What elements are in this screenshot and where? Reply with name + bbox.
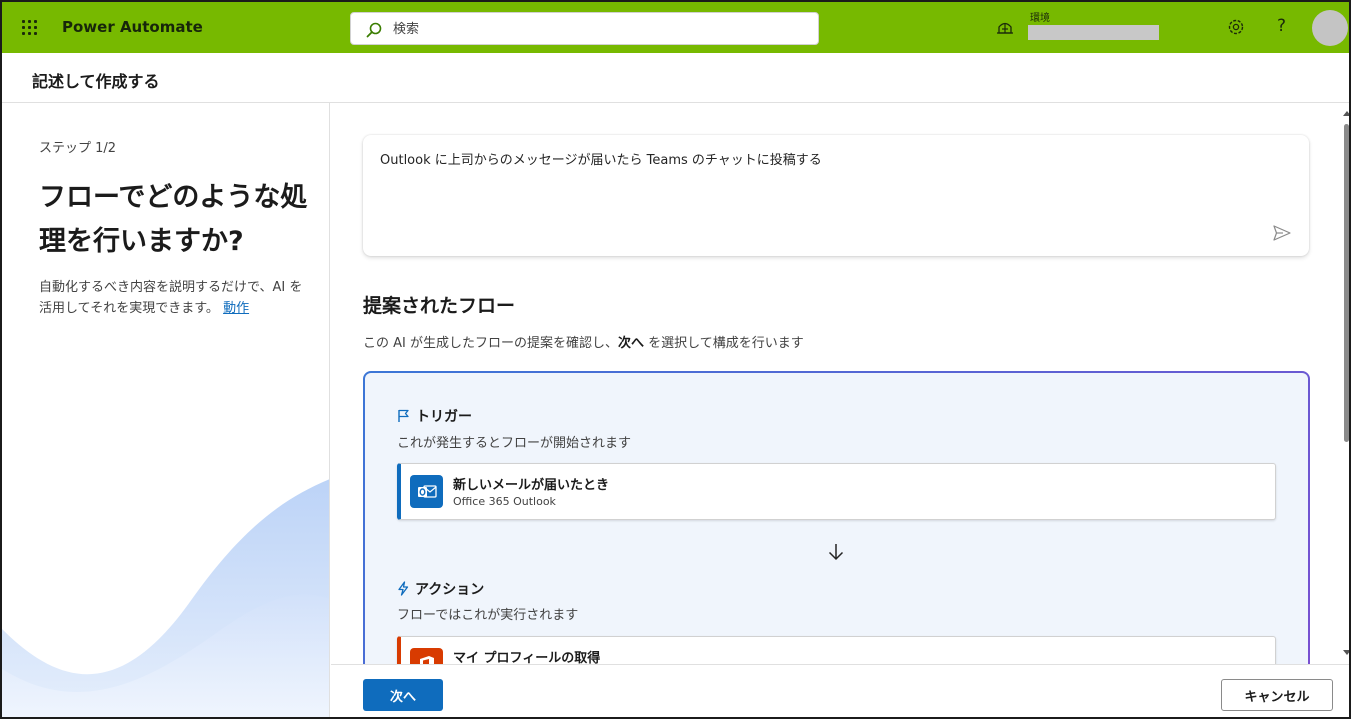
action-label: アクション: [415, 582, 485, 598]
app-name[interactable]: Power Automate: [62, 18, 203, 36]
trigger-step-app: Office 365 Outlook: [453, 495, 556, 508]
flag-icon: [398, 409, 409, 422]
action-heading: アクション: [397, 579, 484, 599]
footer-bar: 次へ キャンセル: [331, 664, 1349, 717]
subtitle-text-pre: この AI が生成したフローの提案を確認し、: [363, 336, 618, 351]
arrow-down-icon: [828, 544, 844, 561]
subtitle-text-bold: 次へ: [618, 336, 645, 351]
suggested-flow-box: トリガー これが発生するとフローが開始されます 新しいメールが届いたとき Off…: [363, 371, 1310, 664]
prompt-input-card[interactable]: Outlook に上司からのメッセージが届いたら Teams のチャットに投稿す…: [363, 135, 1309, 256]
left-panel: ステップ 1/2 フローでどのような処理を行いますか? 自動化するべき内容を説明…: [2, 103, 330, 717]
environment-icon[interactable]: [996, 19, 1014, 35]
scrollbar-thumb[interactable]: [1344, 124, 1349, 442]
prompt-text[interactable]: Outlook に上司からのメッセージが届いたら Teams のチャットに投稿す…: [380, 149, 822, 168]
search-box[interactable]: [350, 12, 819, 45]
description-text: 自動化するべき内容を説明するだけで、AI を活用してそれを実現できます。: [39, 280, 303, 316]
how-it-works-link[interactable]: 動作: [223, 301, 249, 316]
subtitle-text-post: を選択して構成を行います: [644, 336, 804, 351]
page-title-bar: 記述して作成する: [2, 53, 1349, 103]
trigger-label: トリガー: [416, 409, 472, 425]
trigger-step-name: 新しいメールが届いたとき: [453, 478, 610, 493]
search-input[interactable]: [393, 19, 803, 39]
lightning-icon: [398, 581, 409, 596]
app-header: Power Automate 環境 ?: [2, 2, 1349, 53]
suggested-flow-title: 提案されたフロー: [363, 295, 516, 317]
scroll-down-arrow[interactable]: [1343, 650, 1349, 655]
decorative-waves-illustration: [2, 479, 329, 717]
office365-icon: [410, 648, 443, 664]
step-indicator: ステップ 1/2: [39, 141, 117, 156]
left-heading: フローでどのような処理を行いますか?: [39, 182, 308, 257]
suggested-flow-subtitle: この AI が生成したフローの提案を確認し、次へ を選択して構成を行います: [363, 332, 804, 351]
search-icon: [366, 22, 382, 38]
send-icon[interactable]: [1273, 225, 1291, 241]
page-title: 記述して作成する: [32, 72, 160, 91]
trigger-step-card[interactable]: 新しいメールが届いたとき Office 365 Outlook: [397, 463, 1276, 520]
action-step-card[interactable]: マイ プロフィールの取得: [397, 636, 1276, 664]
left-description: 自動化するべき内容を説明するだけで、AI を活用してそれを実現できます。 動作: [39, 277, 309, 319]
action-step-name: マイ プロフィールの取得: [453, 651, 601, 664]
avatar[interactable]: [1312, 10, 1348, 46]
outlook-icon: [410, 475, 443, 508]
window: Power Automate 環境 ? 記述して作成する ステップ 1/2 フ: [0, 0, 1351, 719]
settings-gear-icon[interactable]: [1226, 17, 1246, 37]
action-description: フローではこれが実行されます: [397, 608, 579, 623]
trigger-description: これが発生するとフローが開始されます: [397, 436, 632, 451]
help-icon[interactable]: ?: [1277, 16, 1286, 36]
cancel-button[interactable]: キャンセル: [1221, 679, 1333, 711]
next-button[interactable]: 次へ: [363, 679, 443, 711]
environment-label: 環境: [1030, 13, 1050, 24]
main-content: Outlook に上司からのメッセージが届いたら Teams のチャットに投稿す…: [331, 103, 1341, 664]
scroll-up-arrow[interactable]: [1343, 111, 1349, 116]
waffle-icon[interactable]: [22, 20, 38, 36]
trigger-heading: トリガー: [397, 406, 472, 426]
environment-value-redacted[interactable]: [1028, 25, 1159, 40]
